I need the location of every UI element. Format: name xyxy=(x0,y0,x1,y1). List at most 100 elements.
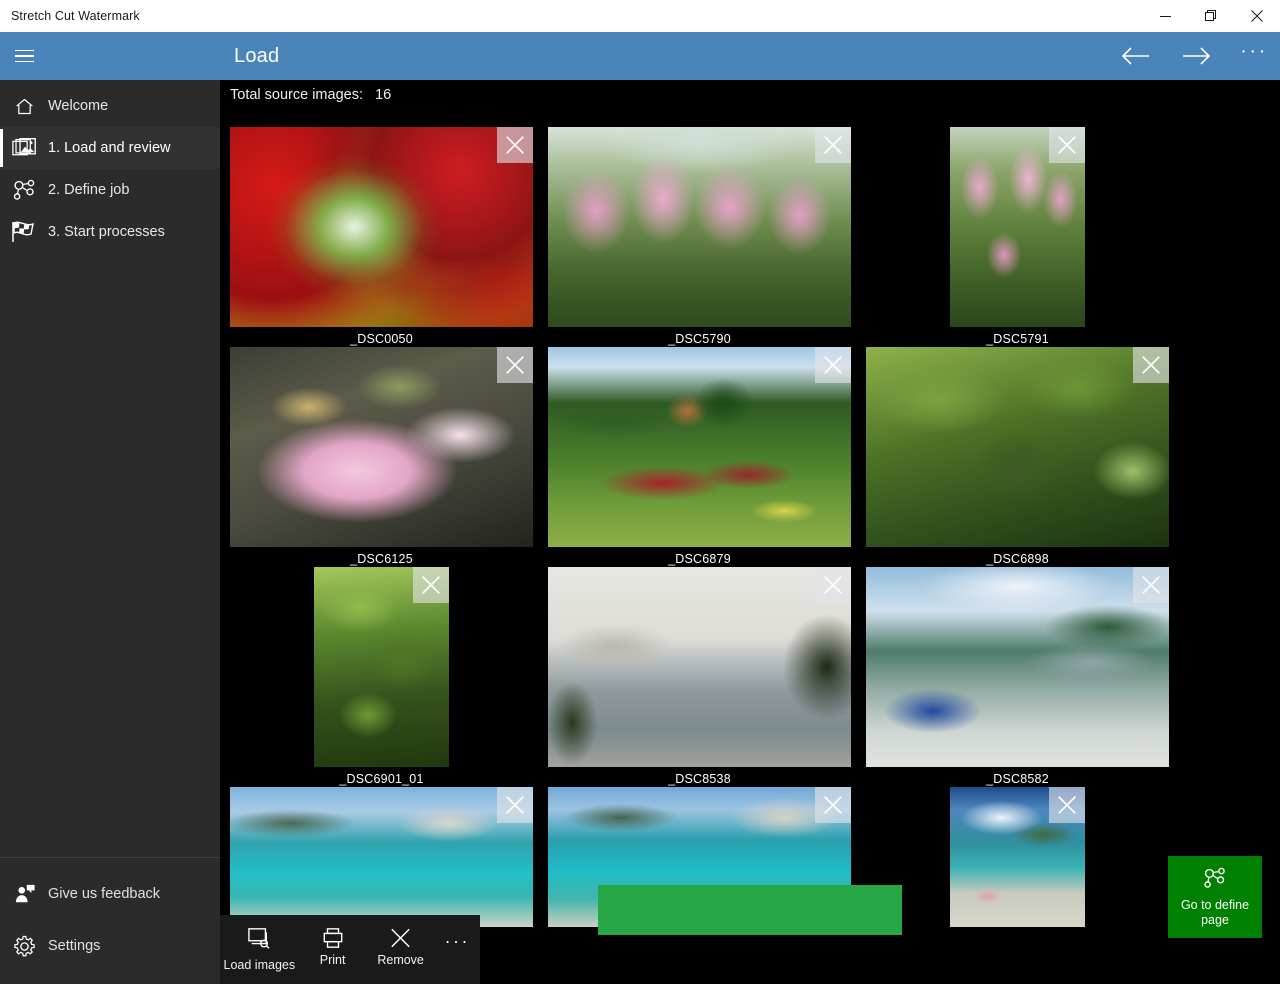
application-window: Stretch Cut Watermark Load ··· Welcome 1… xyxy=(0,0,1280,984)
thumbnail-image[interactable] xyxy=(230,787,533,927)
minimize-icon xyxy=(1159,15,1171,17)
thumbnail-wrapper[interactable] xyxy=(230,127,533,327)
remove-image-button[interactable] xyxy=(1133,567,1169,603)
minimize-button[interactable] xyxy=(1142,0,1188,32)
sidebar-item-load-and-review[interactable]: 1. Load and review xyxy=(0,127,220,169)
remove-image-button[interactable] xyxy=(497,787,533,823)
green-overlay-rectangle xyxy=(598,885,902,935)
thumbnail-image[interactable] xyxy=(548,347,851,547)
sidebar-item-define-job[interactable]: 2. Define job xyxy=(0,169,220,211)
thumbnail-image[interactable] xyxy=(230,347,533,547)
image-grid-item[interactable]: _DSC5791 xyxy=(861,127,1174,347)
image-grid-item[interactable] xyxy=(225,787,538,931)
hamburger-bar xyxy=(14,49,34,52)
image-grid: _DSC0050 _DSC5790 _DSC5791 _DSC6125 _DSC6879… xyxy=(220,127,1280,931)
thumbnail-caption: _DSC5791 xyxy=(986,332,1049,346)
maximize-button[interactable] xyxy=(1188,0,1234,32)
image-grid-item[interactable]: _DSC6125 xyxy=(225,347,538,567)
sidebar-item-label: Give us feedback xyxy=(48,886,161,902)
header-more-button[interactable]: ··· xyxy=(1228,32,1280,80)
image-grid-item[interactable]: _DSC6898 xyxy=(861,347,1174,567)
thumbnail-caption: _DSC6879 xyxy=(668,552,731,566)
thumbnail-image[interactable] xyxy=(866,567,1169,767)
sidebar-item-settings[interactable]: Settings xyxy=(0,920,220,972)
thumbnail-wrapper[interactable] xyxy=(230,347,533,547)
thumbnail-image[interactable] xyxy=(866,347,1169,547)
image-grid-item[interactable]: _DSC8538 xyxy=(543,567,856,787)
close-button[interactable] xyxy=(1234,0,1280,32)
print-button[interactable]: Print xyxy=(299,923,367,967)
close-icon xyxy=(506,796,524,814)
thumbnail-wrapper[interactable] xyxy=(548,567,851,767)
load-images-button[interactable]: Load images xyxy=(220,923,299,972)
thumbnail-wrapper[interactable] xyxy=(230,787,533,927)
feedback-person-icon xyxy=(0,883,48,905)
thumbnail-wrapper[interactable] xyxy=(950,127,1085,327)
remove-image-button[interactable] xyxy=(497,127,533,163)
close-icon xyxy=(1142,356,1160,374)
remove-image-button[interactable] xyxy=(413,567,449,603)
thumbnail-image[interactable] xyxy=(548,127,851,327)
sidebar-item-label: 3. Start processes xyxy=(48,224,165,240)
image-grid-item[interactable] xyxy=(861,787,1174,931)
remove-button[interactable]: Remove xyxy=(367,923,435,967)
remove-image-button[interactable] xyxy=(497,347,533,383)
nodes-icon xyxy=(0,178,48,202)
close-icon xyxy=(1251,10,1263,22)
total-count: 16 xyxy=(375,87,392,103)
thumbnail-wrapper[interactable] xyxy=(314,567,449,767)
thumbnail-wrapper[interactable] xyxy=(866,347,1169,547)
remove-image-button[interactable] xyxy=(1049,787,1085,823)
image-grid-item[interactable]: _DSC8582 xyxy=(861,567,1174,787)
hamburger-bar xyxy=(14,60,34,63)
close-icon xyxy=(1058,136,1076,154)
remove-image-button[interactable] xyxy=(815,567,851,603)
thumbnail-wrapper[interactable] xyxy=(548,127,851,327)
arrow-right-icon xyxy=(1183,47,1211,65)
navigation-sidebar: Welcome 1. Load and review 2. Define job… xyxy=(0,80,220,984)
command-header: Load ··· xyxy=(0,32,1280,80)
remove-image-button[interactable] xyxy=(815,127,851,163)
close-icon xyxy=(824,576,842,594)
sidebar-item-label: 2. Define job xyxy=(48,182,130,198)
image-grid-row: _DSC0050 _DSC5790 _DSC5791 xyxy=(220,127,1280,347)
appbar-more-button[interactable]: ··· xyxy=(435,923,480,952)
sidebar-item-start-processes[interactable]: 3. Start processes xyxy=(0,211,220,253)
sidebar-item-welcome[interactable]: Welcome xyxy=(0,85,220,127)
hamburger-icon[interactable] xyxy=(0,32,48,80)
thumbnail-caption: _DSC8538 xyxy=(668,772,731,786)
image-grid-item[interactable]: _DSC5790 xyxy=(543,127,856,347)
photos-icon xyxy=(0,137,48,160)
thumbnail-caption: _DSC0050 xyxy=(350,332,413,346)
close-x-icon xyxy=(391,928,410,948)
command-app-bar: Load images Print Remove ··· xyxy=(220,915,480,984)
thumbnail-caption: _DSC8582 xyxy=(986,772,1049,786)
go-to-define-page-button[interactable]: Go to define page xyxy=(1168,856,1262,938)
thumbnail-caption: _DSC5790 xyxy=(668,332,731,346)
sidebar-bottom-section: Give us feedback Settings xyxy=(0,857,220,984)
sidebar-item-feedback[interactable]: Give us feedback xyxy=(0,868,220,920)
main-content: Total source images: 16 _DSC0050 _DSC5790… xyxy=(220,80,1280,984)
thumbnail-wrapper[interactable] xyxy=(548,347,851,547)
forward-button[interactable] xyxy=(1166,32,1228,80)
image-grid-item[interactable]: _DSC6901_01 xyxy=(225,567,538,787)
total-label: Total source images: xyxy=(230,87,363,103)
back-button[interactable] xyxy=(1104,32,1166,80)
close-icon xyxy=(506,136,524,154)
image-grid-item[interactable]: _DSC0050 xyxy=(225,127,538,347)
thumbnail-caption: _DSC6901_01 xyxy=(339,772,424,786)
thumbnail-wrapper[interactable] xyxy=(866,567,1169,767)
thumbnail-image[interactable] xyxy=(548,567,851,767)
close-icon xyxy=(1058,796,1076,814)
image-grid-item[interactable]: _DSC6879 xyxy=(543,347,856,567)
remove-image-button[interactable] xyxy=(815,787,851,823)
thumbnail-caption: _DSC6125 xyxy=(350,552,413,566)
thumbnail-image[interactable] xyxy=(230,127,533,327)
remove-image-button[interactable] xyxy=(1049,127,1085,163)
sidebar-item-label: Welcome xyxy=(48,98,109,114)
remove-image-button[interactable] xyxy=(1133,347,1169,383)
close-icon xyxy=(506,356,524,374)
thumbnail-wrapper[interactable] xyxy=(950,787,1085,927)
header-actions: ··· xyxy=(1104,32,1280,80)
remove-image-button[interactable] xyxy=(815,347,851,383)
